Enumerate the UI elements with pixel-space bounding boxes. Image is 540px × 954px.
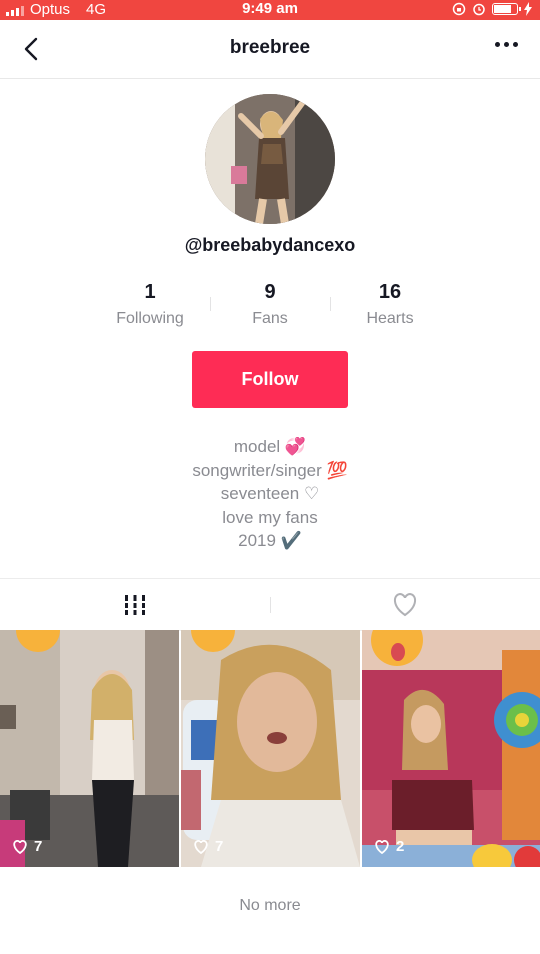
video-like-count: 2 <box>396 838 405 855</box>
heart-icon <box>194 840 208 854</box>
bio-line: seventeen ♡ <box>220 484 320 503</box>
page-title: breebree <box>229 37 311 58</box>
bio-line: 2019 ✔️ <box>238 531 302 550</box>
alarm-icon <box>473 3 485 16</box>
bio-line: songwriter/singer 💯 <box>192 460 348 480</box>
video-likes: 2 <box>374 838 404 855</box>
tab-divider <box>270 597 271 613</box>
profile-handle: @breebabydancexo <box>184 235 356 255</box>
video-thumbnail[interactable]: 2 <box>362 630 540 867</box>
fans-label: Fans <box>252 310 288 327</box>
following-label: Following <box>116 310 184 327</box>
stat-fans[interactable]: 9 Fans <box>210 280 330 328</box>
heart-icon <box>375 840 389 854</box>
fans-count: 9 <box>264 281 276 303</box>
battery-icon <box>492 3 521 15</box>
profile-bio: model 💞 songwriter/singer 💯 seventeen ♡ … <box>0 435 540 553</box>
video-like-count: 7 <box>34 838 43 855</box>
following-count: 1 <box>144 281 156 303</box>
video-like-count: 7 <box>215 838 224 855</box>
video-thumbnail[interactable]: 7 <box>0 630 179 867</box>
hearts-label: Hearts <box>366 310 414 327</box>
stat-following[interactable]: 1 Following <box>90 280 210 328</box>
orientation-lock-icon <box>452 2 466 16</box>
status-bar: Optus 4G 9:49 am <box>0 0 540 20</box>
heart-outline-icon[interactable] <box>380 579 430 630</box>
bio-line: model 💞 <box>233 437 307 456</box>
follow-button[interactable]: Follow <box>192 351 348 408</box>
video-likes: 7 <box>193 838 223 855</box>
avatar[interactable] <box>205 94 335 224</box>
profile-header: breebree <box>0 20 540 79</box>
grid-icon[interactable] <box>110 579 160 630</box>
profile-tabs <box>0 578 540 631</box>
charging-icon <box>524 2 532 16</box>
bio-line: love my fans <box>222 507 318 527</box>
no-more-label: No more <box>239 897 301 914</box>
stat-hearts: 16 Hearts <box>330 280 450 328</box>
more-icon[interactable] <box>495 42 518 47</box>
hearts-count: 16 <box>378 281 402 303</box>
video-likes: 7 <box>12 838 42 855</box>
video-thumbnail[interactable]: 7 <box>181 630 360 867</box>
heart-icon <box>13 840 27 854</box>
